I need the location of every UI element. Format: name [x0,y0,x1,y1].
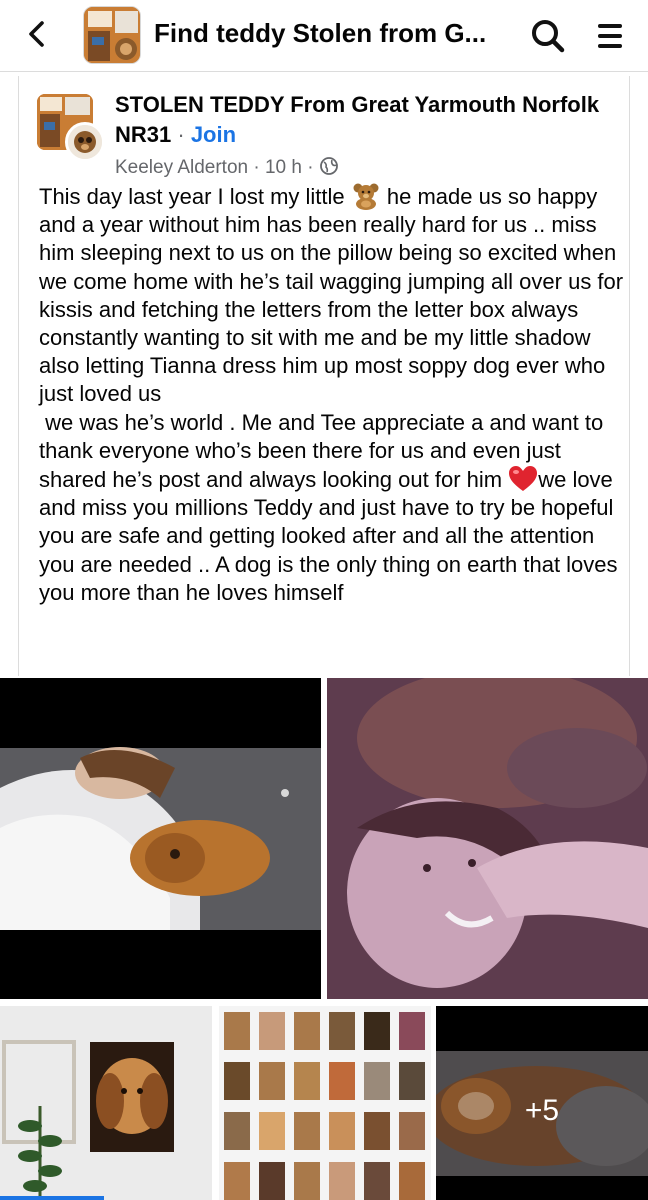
group-avatar[interactable] [37,94,105,162]
post-meta: Keeley Alderton · 10 h · [115,155,339,181]
post-photo-1[interactable] [0,678,321,999]
meta-separator: · [301,157,319,178]
post-time[interactable]: 10 h [265,157,302,178]
post-card: STOLEN TEDDY From Great Yarmouth Norfolk… [18,76,630,676]
group-thumbnail[interactable] [83,6,141,64]
photo-woman-with-dog [0,678,321,999]
meta-separator: · [248,157,265,178]
post-photo-4[interactable] [219,1006,431,1200]
page-title[interactable]: Find teddy Stolen from G... [154,18,494,49]
photo-girl-with-dog [327,678,648,999]
separator-dot: · [171,122,191,147]
post-photo-3[interactable] [0,1006,212,1200]
teddy-bear-emoji [353,183,379,210]
group-name-line: STOLEN TEDDY From Great Yarmouth Norfolk… [115,90,615,150]
post-photo-2[interactable] [327,678,648,999]
post-text: This day last year I lost my little he m… [39,182,624,607]
chevron-left-icon [29,21,44,47]
post-text-part1: This day last year I lost my little [39,184,351,209]
photo-collage-grid [219,1006,431,1200]
top-bar: Find teddy Stolen from G... [0,0,648,72]
post-text-part2: he made us so happy and a year without h… [39,184,624,493]
search-button[interactable] [528,16,568,56]
group-thumbnail-image [84,7,140,63]
menu-button[interactable] [594,18,626,54]
more-photos-count[interactable]: +5 [436,1094,648,1128]
red-heart-emoji [509,466,538,492]
globe-icon [319,157,338,175]
post-photo-5[interactable]: +5 [436,1006,648,1200]
back-button[interactable] [20,16,56,52]
join-link[interactable]: Join [191,122,236,147]
hamburger-menu-icon [598,24,622,48]
photo-dog-canvas-wall [0,1006,212,1200]
search-icon [532,20,565,53]
author-avatar [65,122,105,162]
author-name[interactable]: Keeley Alderton [115,157,248,178]
